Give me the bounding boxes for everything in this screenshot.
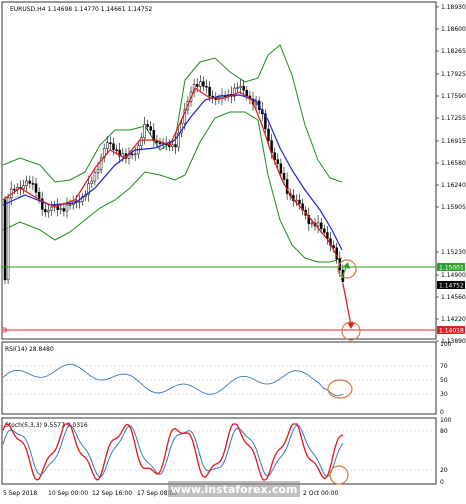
rsi-axis-label: 0 (440, 409, 444, 416)
candle-body (319, 222, 323, 230)
candle-body (44, 209, 47, 213)
candle-body (276, 159, 280, 164)
candle-body (78, 201, 81, 203)
candle-body (65, 204, 69, 212)
candle-body (152, 130, 156, 141)
price-tick-label: 1.17925 (441, 71, 466, 78)
candle-body (62, 208, 66, 212)
candle-body (50, 206, 53, 211)
rsi-axis-label: 30 (440, 391, 448, 398)
candle-body (90, 180, 94, 184)
price-tick-label: 1.18930 (441, 4, 466, 11)
candle-body (171, 144, 174, 148)
candle-body (267, 128, 270, 141)
candle-body (115, 149, 118, 151)
candle-body (174, 144, 177, 148)
price-tick-label: 1.17255 (441, 115, 466, 122)
candle-body (28, 180, 32, 184)
candle-body (112, 143, 115, 150)
price-tick-label: 1.16580 (441, 160, 466, 167)
candle-body (22, 185, 25, 189)
candle-body (282, 173, 286, 180)
candle-body (6, 197, 10, 281)
stoch-axis-label: 20 (440, 467, 448, 474)
candle-body (34, 183, 38, 193)
candle-body (202, 81, 205, 87)
stoch-axis-label: 100 (440, 417, 452, 424)
price-tick-label: 1.14900 (441, 272, 466, 279)
candle-body (109, 142, 112, 144)
support-price-text: 1.15001 (439, 265, 464, 272)
candle-body (68, 204, 72, 206)
candle-body (13, 188, 16, 191)
stoch-panel: Stoch(5,3,3) 9.5577 9.0316 100 80 20 0 (1, 417, 452, 486)
candle-body (195, 84, 199, 87)
rsi-axis-label: 50 (440, 377, 448, 384)
candle-body (279, 163, 283, 174)
candle-body (3, 199, 7, 281)
rsi-label: RSI(14) 28.8480 (5, 346, 54, 353)
price-tick-label: 1.18265 (441, 48, 466, 55)
current-price-text: 1.14752 (439, 283, 464, 290)
candle-body (96, 169, 100, 173)
candle-body (133, 153, 137, 156)
price-tick-label: 1.15230 (441, 249, 466, 256)
candle-body (205, 85, 208, 88)
rsi-panel-frame (1, 341, 437, 415)
candle-body (236, 87, 239, 89)
candle-body (323, 228, 326, 233)
price-tick-label: 1.17590 (441, 93, 466, 100)
target-price-text: 1.14018 (439, 328, 464, 335)
stoch-axis: 100 80 20 0 (440, 417, 452, 486)
candle-body (59, 208, 63, 210)
candle-body (140, 137, 143, 147)
candle-body (332, 245, 335, 248)
watermark-text: www.instaforex.com (171, 483, 298, 496)
price-panel: EURUSD,H4 1.14698 1.14770 1.14661 1.1475… (1, 1, 466, 345)
rsi-axis: 100 70 50 30 0 (440, 341, 452, 416)
price-tick-label: 1.16240 (441, 182, 466, 189)
candle-body (146, 124, 149, 127)
candle-body (239, 85, 242, 88)
stoch-axis-label: 80 (440, 428, 448, 435)
candle-body (149, 126, 152, 131)
candle-body (31, 183, 35, 185)
candle-body (37, 192, 41, 200)
price-axis: 1.18930 1.18600 1.18265 1.17925 1.17590 1.172… (436, 4, 466, 345)
rsi-axis-label: 100 (440, 341, 452, 348)
candle-body (316, 222, 320, 227)
candle-body (199, 81, 202, 87)
candle-body (130, 153, 134, 156)
price-tick-label: 1.18600 (441, 26, 466, 33)
rsi-panel: RSI(14) 28.8480 100 70 50 30 0 (1, 341, 452, 416)
candle-body (310, 222, 314, 225)
candle-body (217, 98, 221, 100)
stoch-axis-label: 0 (440, 479, 444, 486)
price-panel-frame (1, 1, 437, 340)
price-tick-label: 1.14220 (441, 316, 466, 323)
time-axis-label: 10 Sep 00:00 (48, 490, 88, 497)
price-tick-label: 1.16915 (441, 138, 466, 145)
stoch-label: Stoch(5,3,3) 9.5577 9.0316 (5, 422, 88, 429)
price-tick-label: 1.14560 (441, 294, 466, 301)
candle-body (106, 142, 109, 149)
candle-body (158, 142, 162, 145)
candle-body (47, 210, 50, 213)
symbol-info: EURUSD,H4 1.14698 1.14770 1.14661 1.1475… (10, 6, 152, 13)
candle-body (208, 86, 211, 97)
candle-body (143, 124, 146, 138)
candle-body (25, 180, 28, 186)
chart-window: EURUSD,H4 1.14698 1.14770 1.14661 1.1475… (0, 0, 466, 500)
candle-body (298, 199, 301, 205)
candle-body (242, 85, 245, 91)
price-tick-label: 1.15905 (441, 204, 466, 211)
chart-canvas[interactable]: EURUSD,H4 1.14698 1.14770 1.14661 1.1475… (0, 0, 466, 500)
candle-body (245, 90, 249, 97)
rsi-axis-label: 70 (440, 363, 448, 370)
candle-body (295, 199, 298, 202)
candle-body (93, 172, 97, 182)
time-axis-label: 12 Sep 16:00 (92, 490, 132, 497)
time-axis-label: 2 Oct 00:00 (303, 490, 338, 497)
time-axis-label: 5 Sep 2018 (3, 490, 37, 497)
